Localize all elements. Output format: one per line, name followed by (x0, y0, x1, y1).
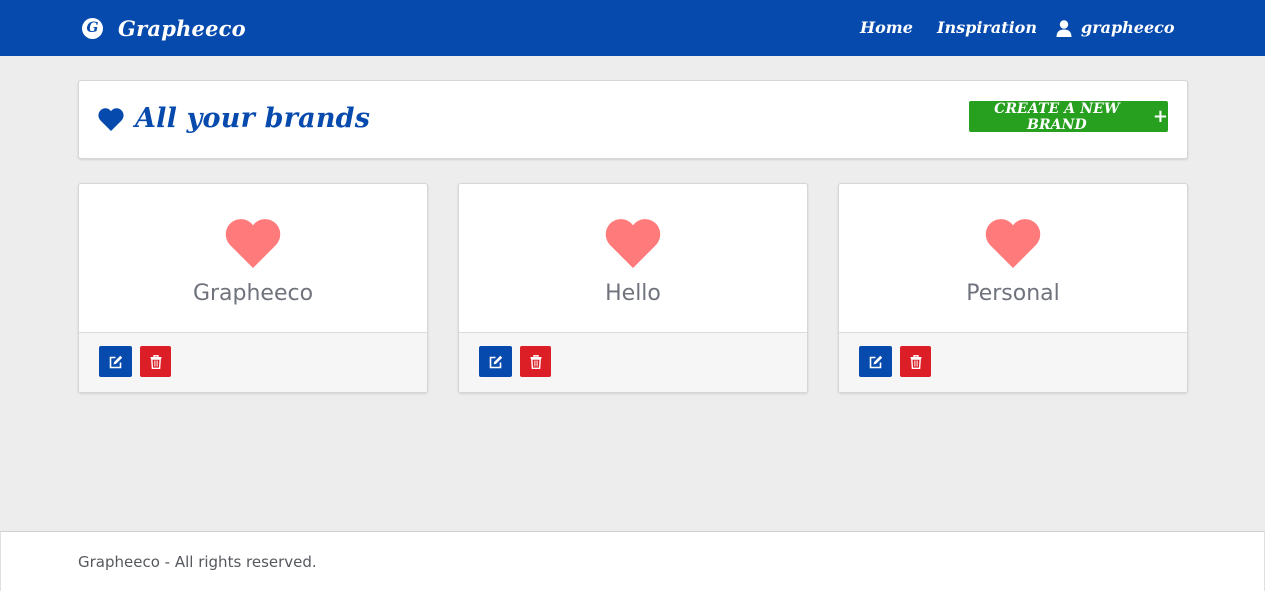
heart-icon (985, 219, 1041, 268)
user-icon (1056, 19, 1072, 37)
brand-name: Personal (966, 281, 1060, 306)
brand-card-actions (459, 332, 807, 392)
create-brand-button-label: CREATE A NEW BRAND (994, 100, 1120, 133)
edit-icon (109, 355, 122, 368)
brand-card-actions (79, 332, 427, 392)
page-title: All your brands (135, 103, 371, 134)
heart-icon (98, 108, 124, 131)
brand-name: Hello (605, 281, 661, 306)
navbar: G Grapheeco Home Inspiration grapheeco (0, 0, 1265, 56)
trash-icon (530, 354, 541, 369)
edit-brand-button[interactable] (99, 346, 132, 377)
delete-brand-button[interactable] (520, 346, 551, 377)
edit-brand-button[interactable] (479, 346, 512, 377)
brand-card-body[interactable]: Personal (839, 184, 1187, 332)
nav-user-name: grapheeco (1081, 18, 1175, 37)
edit-brand-button[interactable] (859, 346, 892, 377)
trash-icon (150, 354, 161, 369)
plus-icon: + (1152, 105, 1168, 127)
brand-card-body[interactable]: Grapheeco (79, 184, 427, 332)
delete-brand-button[interactable] (140, 346, 171, 377)
brand-name: Grapheeco (192, 281, 314, 306)
grapheeco-logo-icon: G (82, 17, 103, 39)
page-footer: Grapheeco - All rights reserved. (0, 531, 1265, 591)
edit-icon (489, 355, 502, 368)
nav-inspiration-link[interactable]: Inspiration (937, 17, 1037, 39)
brand-card: Personal (838, 183, 1188, 393)
brand-name: Grapheeco (118, 15, 246, 41)
edit-icon (869, 355, 882, 368)
trash-icon (910, 354, 921, 369)
heart-icon (605, 219, 661, 268)
create-brand-button[interactable]: CREATE A NEW BRAND + (969, 100, 1168, 133)
brand-card-actions (839, 332, 1187, 392)
nav-user-menu[interactable]: grapheeco (1056, 17, 1175, 39)
brands-header-panel: All your brands CREATE A NEW BRAND + (78, 80, 1188, 159)
brand-card: Hello (458, 183, 808, 393)
heart-icon (225, 219, 281, 268)
brand-link[interactable]: G Grapheeco (82, 14, 246, 42)
footer-copyright: Grapheeco - All rights reserved. (78, 553, 317, 571)
delete-brand-button[interactable] (900, 346, 931, 377)
brand-card: Grapheeco (78, 183, 428, 393)
nav-home-link[interactable]: Home (860, 17, 913, 39)
brand-card-body[interactable]: Hello (459, 184, 807, 332)
